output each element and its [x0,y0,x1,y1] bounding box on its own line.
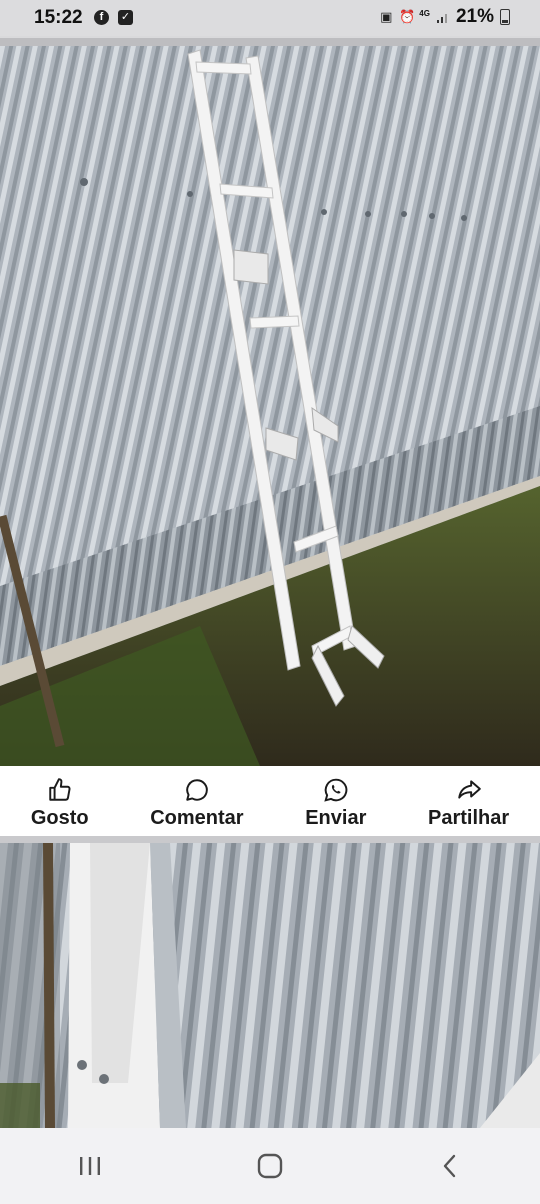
share-button[interactable]: Partilhar [428,773,509,830]
signal-icon [436,14,447,23]
recent-apps-button[interactable] [60,1136,120,1196]
post-action-bar: Gosto Comentar Enviar Partilhar [0,766,540,836]
ladder-against-corrugated-wall-photo[interactable] [0,46,540,766]
battery-percent: 21% [455,6,494,27]
status-right: ▣ ⏰ 4G 21% [379,6,510,28]
like-icon [48,777,71,801]
comment-label: Comentar [150,806,244,829]
home-icon [257,1153,283,1179]
battery-saver-icon: ▣ [380,9,393,24]
status-bar: 15:22 f ✓ ▣ ⏰ 4G 21% [0,0,540,36]
whatsapp-icon [324,778,348,802]
like-label: Gosto [30,806,89,829]
ladder-closeup-photo[interactable] [0,843,540,1128]
facebook-icon: f [94,10,109,25]
like-button[interactable]: Gosto [31,773,89,830]
photo-1-drawing [0,46,540,766]
alarm-icon: ⏰ [399,9,416,24]
feed-top-divider [0,38,540,46]
send-label: Enviar [305,806,367,829]
comment-icon [186,778,208,801]
checkbox-notification-icon: ✓ [118,10,133,25]
share-icon [457,779,481,799]
network-label: 4G [419,9,430,18]
home-button[interactable] [240,1136,300,1196]
battery-icon [500,9,510,25]
system-navigation-bar [0,1128,540,1204]
comment-button[interactable]: Comentar [150,773,244,830]
back-icon [443,1154,456,1178]
back-button[interactable] [420,1136,480,1196]
photo-2-drawing [0,843,540,1128]
recent-apps-icon [80,1157,100,1175]
status-time: 15:22 [34,7,83,28]
share-label: Partilhar [427,806,510,829]
post-divider [0,836,540,843]
send-button[interactable]: Enviar [305,773,366,830]
